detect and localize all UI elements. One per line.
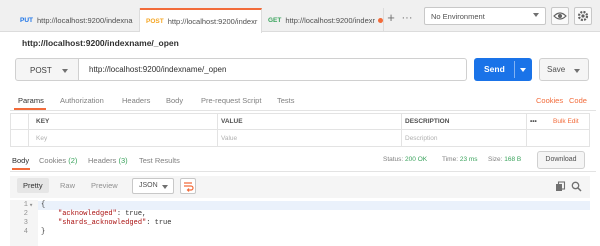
json-key: "shards_acknowledged" xyxy=(58,219,147,227)
response-tab-body[interactable]: Body xyxy=(12,156,29,165)
param-value-input[interactable]: Value xyxy=(221,135,237,142)
more-options-icon[interactable]: ••• xyxy=(530,118,537,125)
response-tab-cookies[interactable]: Cookies (2) xyxy=(39,156,77,165)
divider xyxy=(10,110,596,111)
view-mode-preview[interactable]: Preview xyxy=(91,181,118,190)
response-body-editor[interactable]: 1 ▾ { 2 "acknowledged": true, 3 "shards_… xyxy=(10,200,590,246)
tab-url: http://localhost:9200/indexr xyxy=(167,17,258,26)
send-label: Send xyxy=(484,64,505,74)
size-label: Size: xyxy=(488,156,503,163)
json-key: "acknowledged" xyxy=(58,210,117,218)
environment-value: No Environment xyxy=(431,12,485,21)
code-line: "shards_acknowledged": true xyxy=(58,219,171,227)
column-divider xyxy=(401,114,402,146)
download-button[interactable]: Download xyxy=(537,151,585,169)
view-mode-pretty[interactable]: Pretty xyxy=(17,178,49,193)
method-value: POST xyxy=(30,66,52,75)
code-line: { xyxy=(41,201,46,209)
param-description-input[interactable]: Description xyxy=(405,135,438,142)
environment-select[interactable]: No Environment xyxy=(424,7,546,25)
request-tab-get[interactable]: GET http://localhost:9200/indexr xyxy=(262,8,384,32)
time-value: 23 ms xyxy=(459,156,478,163)
column-divider xyxy=(217,114,218,146)
code-link[interactable]: Code xyxy=(569,96,587,105)
tab-headers[interactable]: Headers xyxy=(122,96,150,105)
count-badge: (3) xyxy=(118,156,128,165)
tab-tests[interactable]: Tests xyxy=(277,96,295,105)
tab-authorization[interactable]: Authorization xyxy=(60,96,104,105)
chevron-down-icon xyxy=(162,185,168,189)
request-tab-put[interactable]: PUT http://localhost:9200/indexna xyxy=(14,8,140,32)
column-header-value: VALUE xyxy=(221,118,243,125)
params-table: KEY VALUE DESCRIPTION ••• Bulk Edit Key … xyxy=(10,113,590,147)
status-value: 200 OK xyxy=(405,156,428,163)
environment-quick-look-button[interactable] xyxy=(551,7,569,25)
send-options-chevron-icon[interactable] xyxy=(520,68,526,72)
save-label: Save xyxy=(547,65,566,74)
size-value: 168 B xyxy=(504,156,522,163)
column-divider xyxy=(526,114,527,146)
tab-url: http://localhost:9200/indexna xyxy=(37,15,133,25)
column-header-description: DESCRIPTION xyxy=(405,118,450,125)
view-mode-raw[interactable]: Raw xyxy=(60,181,75,190)
cookies-link[interactable]: Cookies xyxy=(536,96,563,105)
line-number: 2 xyxy=(23,210,28,218)
send-divider xyxy=(514,61,515,78)
wrap-icon xyxy=(184,182,194,192)
code-line: } xyxy=(41,228,46,236)
tab-label: Headers xyxy=(88,156,117,165)
format-select[interactable]: JSON xyxy=(132,178,174,194)
chevron-down-icon xyxy=(62,69,68,73)
line-number: 3 xyxy=(23,219,28,227)
size-readout: Size: 168 B xyxy=(488,156,521,163)
format-value: JSON xyxy=(139,182,158,189)
request-title: http://localhost:9200/indexname/_open xyxy=(22,38,179,48)
new-tab-plus-icon[interactable]: + xyxy=(384,11,398,25)
url-input[interactable] xyxy=(79,58,467,81)
chevron-down-icon xyxy=(574,69,580,73)
count-badge: (2) xyxy=(68,156,78,165)
tab-body[interactable]: Body xyxy=(166,96,183,105)
tab-label: Cookies xyxy=(39,156,67,165)
response-tab-test-results[interactable]: Test Results xyxy=(139,156,180,165)
active-line-highlight xyxy=(38,201,590,210)
tab-params[interactable]: Params xyxy=(18,96,44,105)
search-icon[interactable] xyxy=(571,181,582,192)
line-number: 4 xyxy=(23,228,28,236)
unsaved-dot-icon xyxy=(378,17,383,23)
tab-menu-dots-icon[interactable]: ··· xyxy=(400,11,414,25)
active-tab-underline xyxy=(12,168,30,170)
save-button[interactable]: Save xyxy=(539,58,589,81)
json-value: : true xyxy=(146,219,172,227)
time-label: Time: xyxy=(442,156,459,163)
param-key-input[interactable]: Key xyxy=(36,135,47,142)
gear-icon xyxy=(577,10,589,22)
line-number: 1 xyxy=(23,201,28,209)
method-label: GET xyxy=(268,16,282,24)
code-line: "acknowledged": true, xyxy=(58,210,146,218)
column-divider xyxy=(28,114,29,146)
method-label: POST xyxy=(146,18,164,25)
wrap-lines-button[interactable] xyxy=(180,178,196,194)
json-value: : true, xyxy=(116,210,147,218)
method-label: PUT xyxy=(20,16,33,24)
http-method-select[interactable]: POST xyxy=(15,58,79,81)
tab-url: http://localhost:9200/indexr xyxy=(285,15,376,25)
tab-pre-request-script[interactable]: Pre-request Script xyxy=(201,96,261,105)
copy-icon[interactable] xyxy=(555,181,566,192)
bulk-edit-link[interactable]: Bulk Edit xyxy=(553,118,579,125)
request-tab-post[interactable]: POST http://localhost:9200/indexr xyxy=(140,8,262,33)
fold-toggle-icon[interactable]: ▾ xyxy=(29,201,37,210)
response-tab-headers[interactable]: Headers (3) xyxy=(88,156,128,165)
eye-icon xyxy=(553,12,567,20)
time-readout: Time: 23 ms xyxy=(442,156,478,163)
status-readout: Status: 200 OK xyxy=(383,156,427,163)
send-button[interactable]: Send xyxy=(474,58,532,81)
row-divider xyxy=(11,129,589,130)
divider xyxy=(10,171,596,172)
chevron-down-icon xyxy=(533,13,539,17)
manage-environments-button[interactable] xyxy=(574,7,592,25)
status-label: Status: xyxy=(383,156,404,163)
column-header-key: KEY xyxy=(36,118,50,125)
